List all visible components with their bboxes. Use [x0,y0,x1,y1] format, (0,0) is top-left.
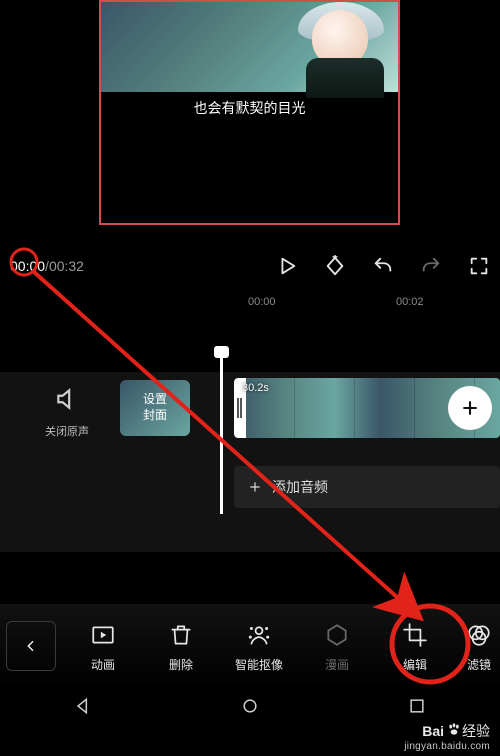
tool-label: 动画 [91,656,115,673]
add-audio-label: 添加音频 [272,477,328,497]
timecode-total: 00:32 [49,258,84,274]
tool-delete[interactable]: 删除 [142,620,220,673]
plus-icon [460,398,480,418]
tool-label: 删除 [169,656,193,673]
clip-duration: 30.2s [242,382,269,394]
filter-icon [464,620,494,650]
cover-line2: 封面 [143,408,167,424]
cutout-icon [244,620,274,650]
undo-icon[interactable] [372,255,394,277]
tool-cutout[interactable]: 智能抠像 [220,620,298,673]
redo-icon[interactable] [420,255,442,277]
add-audio-button[interactable]: 添加音频 [234,466,500,508]
ruler-mark: 00:00 [248,296,276,308]
timeline[interactable]: 关闭原声 设置 封面 30.2s 添加音频 [0,372,500,552]
tool-label: 漫画 [325,656,349,673]
preview-black-area [101,122,398,223]
keyframe-add-icon[interactable] [324,255,346,277]
cover-line1: 设置 [143,392,167,408]
add-clip-button[interactable] [448,386,492,430]
tool-label: 编辑 [403,656,427,673]
watermark-brand-prefix: Bai [422,723,444,739]
timecode: 00:00/00:32 [10,258,84,274]
crop-icon [400,620,430,650]
ruler-mark: 00:02 [396,296,424,308]
tool-comic[interactable]: 漫画 [298,620,376,673]
playhead[interactable] [220,354,223,514]
tool-filter[interactable]: 滤镜 [454,620,500,673]
playback-bar: 00:00/00:32 [0,246,500,286]
watermark-url: jingyan.baidu.com [404,741,490,752]
tool-label: 智能抠像 [235,656,283,673]
chevron-left-icon [23,638,39,654]
set-cover-button[interactable]: 设置 封面 [120,380,190,436]
timeline-ruler[interactable]: 00:00 00:02 [0,292,500,320]
bottom-toolbar: 动画 删除 智能抠像 漫画 编辑 滤镜 [0,604,500,688]
preview-character [278,2,388,92]
nav-home-icon[interactable] [240,696,260,721]
tool-label: 滤镜 [467,656,491,673]
watermark: Bai 经验 jingyan.baidu.com [404,721,490,752]
back-button[interactable] [6,621,56,671]
video-preview[interactable]: 也会有默契的目光 [99,0,400,225]
nav-back-icon[interactable] [73,696,93,721]
mute-audio-button[interactable]: 关闭原声 [42,386,92,439]
fullscreen-icon[interactable] [468,255,490,277]
tool-animation[interactable]: 动画 [64,620,142,673]
comic-icon [322,620,352,650]
mute-label: 关闭原声 [42,423,92,439]
animation-icon [88,620,118,650]
plus-icon [248,480,262,494]
paw-icon [446,722,462,741]
speaker-icon [54,386,80,412]
tool-edit[interactable]: 编辑 [376,620,454,673]
preview-subtitle: 也会有默契的目光 [101,98,398,118]
preview-frame-image [101,2,398,92]
nav-recent-icon[interactable] [407,696,427,721]
delete-icon [166,620,196,650]
watermark-brand-suffix: 经验 [462,723,490,739]
timecode-current: 00:00 [10,258,45,274]
play-icon[interactable] [276,255,298,277]
